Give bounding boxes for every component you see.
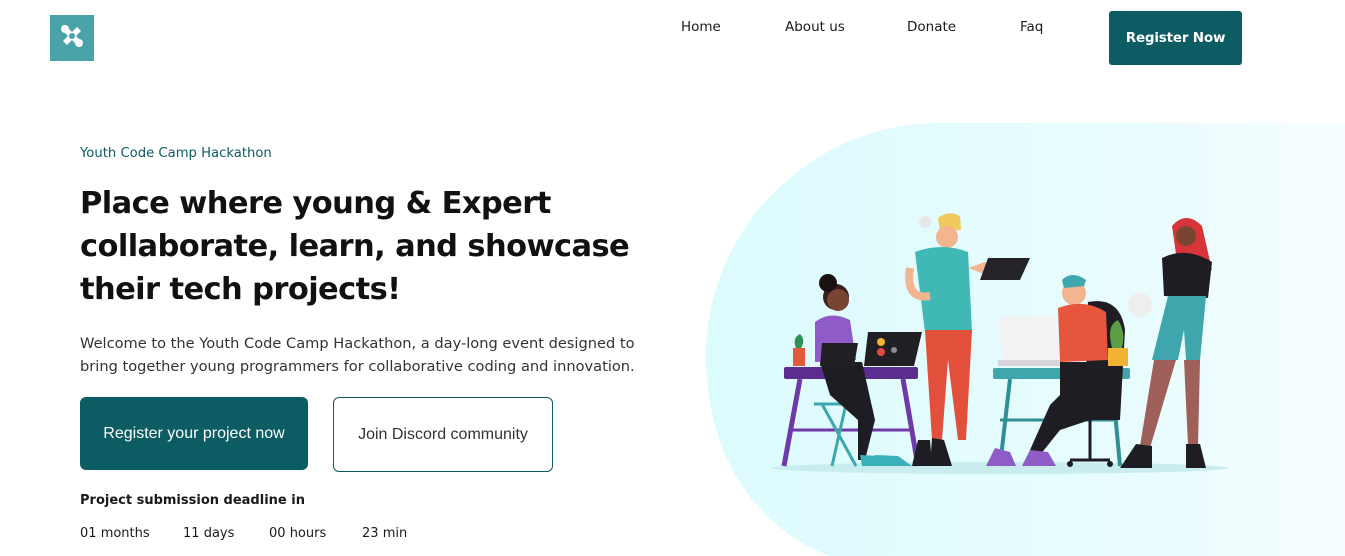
register-project-button[interactable]: Register your project now (80, 397, 308, 470)
join-discord-button[interactable]: Join Discord community (333, 397, 553, 472)
countdown-days-value: 11 (183, 526, 200, 541)
deadline-label: Project submission deadline in (80, 493, 305, 508)
nav-link-faq[interactable]: Faq (1020, 19, 1043, 35)
nav-link-home[interactable]: Home (681, 19, 721, 35)
countdown-days-unit: days (203, 526, 235, 541)
countdown-months-unit: months (100, 526, 150, 541)
countdown-months: 01 months (80, 526, 150, 541)
register-now-button[interactable]: Register Now (1109, 11, 1242, 65)
countdown-minutes: 23 min (362, 526, 407, 541)
countdown-hours-unit: hours (289, 526, 327, 541)
countdown-hours: 00 hours (269, 526, 326, 541)
countdown-months-value: 01 (80, 526, 97, 541)
countdown-days: 11 days (183, 526, 234, 541)
nav-link-donate[interactable]: Donate (907, 19, 956, 35)
hero-eyebrow: Youth Code Camp Hackathon (80, 146, 272, 161)
countdown-minutes-value: 23 (362, 526, 379, 541)
countdown-minutes-unit: min (382, 526, 408, 541)
hero-intro: Welcome to the Youth Code Camp Hackathon… (80, 335, 635, 375)
site-logo[interactable] (50, 15, 94, 61)
hero-headline: Place where young & Expert collaborate, … (80, 186, 630, 307)
countdown-hours-value: 00 (269, 526, 286, 541)
tools-icon (59, 23, 85, 54)
nav-link-about-us[interactable]: About us (785, 19, 845, 35)
